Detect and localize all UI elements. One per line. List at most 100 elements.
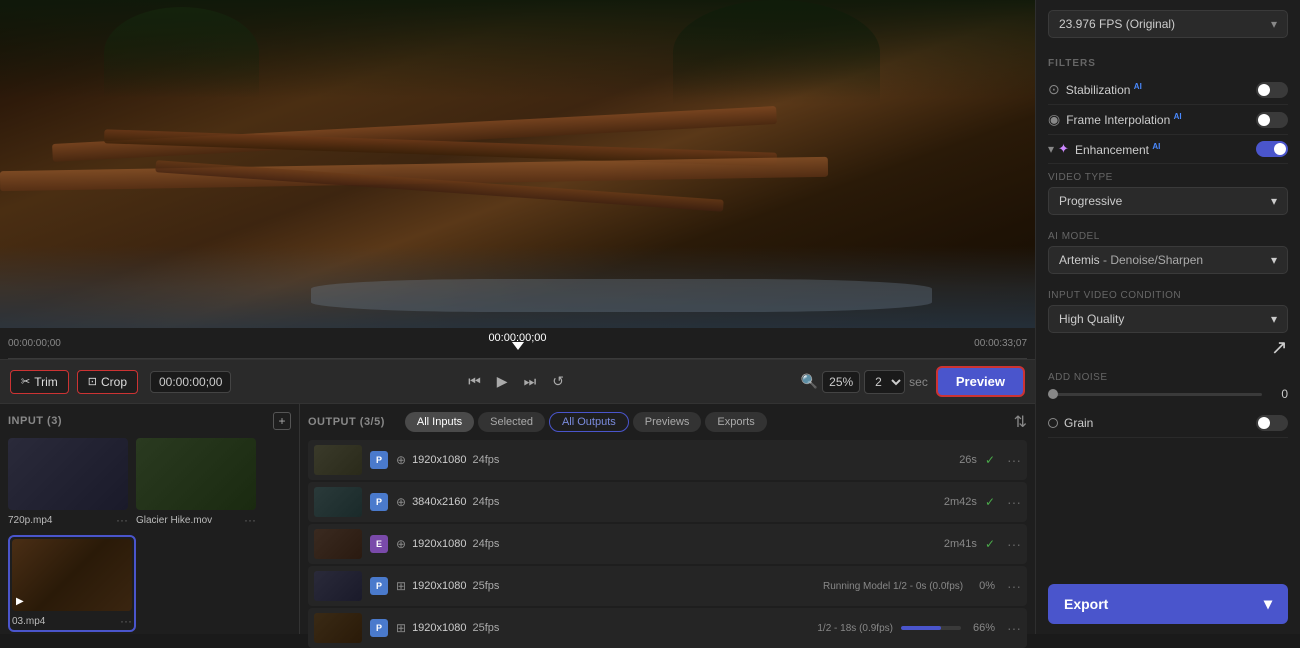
preview-button[interactable]: Preview [936,366,1025,397]
step-back-button[interactable]: ⏮ [464,369,485,394]
spec-icon: ⊕ [396,495,406,509]
check-icon: ✓ [985,453,995,467]
video-preview [0,0,1035,328]
slider-handle[interactable] [1048,389,1058,399]
progress-fill [901,626,941,630]
list-item[interactable]: ▶ 03.mp4 ··· [8,535,136,632]
output-duration: 26s [959,454,977,466]
right-panel: 23.976 FPS (Original) ▾ FILTERS ⊙ Stabil… [1035,0,1300,634]
noise-row: 0 [1048,387,1288,401]
input-panel-title: INPUT (3) [8,415,62,427]
check-icon: ✓ [985,537,995,551]
stabilization-toggle[interactable] [1256,82,1288,98]
output-sort-button[interactable]: ⇅ [1014,412,1027,432]
output-resolution: 1920x1080 [412,580,466,592]
chevron-down-icon: ▾ [1271,253,1277,267]
step-forward-button[interactable]: ⏭ [520,369,541,394]
enhancement-toggle[interactable] [1256,141,1288,157]
chevron-icon[interactable]: ▾ [1048,142,1054,156]
play-button[interactable]: ▶ [493,369,512,394]
check-icon: ✓ [985,495,995,509]
input-panel: INPUT (3) + 720p.mp4 ··· [0,404,300,634]
video-type-value: Progressive [1059,194,1122,208]
trim-label: Trim [34,375,58,389]
timeline-ruler: 00:00:00;00 00:00:00;00 00:00:33;07 [0,328,1035,360]
output-fps: 24fps [473,454,500,466]
file-name: Glacier Hike.mov [136,515,212,526]
chevron-down-icon: ▾ [1271,312,1277,326]
output-spec: ⊕ 1920x1080 24fps [396,453,951,467]
list-item[interactable]: Glacier Hike.mov ··· [136,438,256,527]
trim-button[interactable]: ✂ Trim [10,370,69,394]
progress-bar [901,626,961,630]
cursor-icon: ↖ [1271,335,1288,360]
file-menu-button[interactable]: ··· [244,513,256,527]
multiplier-select[interactable]: 2 4 8 [864,370,905,394]
sparkle-icon: ✦ [1058,141,1069,157]
crop-label: Crop [101,375,127,389]
input-condition-value: High Quality [1059,312,1124,326]
table-row[interactable]: P ⊞ 1920x1080 25fps 1/2 - 18s (0.9fps) 6… [308,608,1027,648]
tab-all-outputs[interactable]: All Outputs [549,412,629,432]
noise-slider[interactable] [1048,393,1262,396]
zoom-icon: 🔍 [801,373,818,390]
output-resolution: 1920x1080 [412,622,466,634]
output-badge-p: P [370,451,388,469]
add-input-button[interactable]: + [273,412,291,430]
input-condition-label: INPUT VIDEO CONDITION [1048,290,1288,301]
output-list: P ⊕ 1920x1080 24fps 26s ✓ ··· P [308,440,1027,648]
enhancement-row: ▾ ✦ Enhancement AI [1048,135,1288,164]
file-grid: 720p.mp4 ··· Glacier Hike.mov ··· [8,438,291,632]
ai-badge: AI [1134,82,1142,91]
export-chevron-icon: ▾ [1264,594,1272,614]
fps-dropdown[interactable]: 23.976 FPS (Original) ▾ [1048,10,1288,38]
more-options-button[interactable]: ··· [1007,494,1021,510]
tab-selected[interactable]: Selected [478,412,545,432]
output-thumbnail [314,487,362,517]
toggle-knob [1274,143,1286,155]
output-thumbnail [314,613,362,643]
file-name: 720p.mp4 [8,515,52,526]
table-row[interactable]: P ⊞ 1920x1080 25fps Running Model 1/2 - … [308,566,1027,606]
crop-button[interactable]: ⊡ Crop [77,370,138,394]
file-menu-button[interactable]: ··· [120,614,132,628]
output-spec: ⊞ 1920x1080 25fps [396,621,809,635]
ai-model-label: AI MODEL [1048,231,1288,242]
ai-model-value: Artemis - Denoise/Sharpen [1059,253,1203,267]
zoom-area: 🔍 25% 2 4 8 sec [801,370,928,394]
output-resolution: 3840x2160 [412,496,466,508]
output-fps: 24fps [473,496,500,508]
chevron-down-icon: ▾ [1271,194,1277,208]
add-noise-label: ADD NOISE [1048,372,1288,383]
more-options-button[interactable]: ··· [1007,452,1021,468]
grain-label: Grain [1064,416,1256,430]
frame-interpolation-label: Frame Interpolation AI [1066,112,1256,127]
table-row[interactable]: P ⊕ 1920x1080 24fps 26s ✓ ··· [308,440,1027,480]
output-spec: ⊞ 1920x1080 25fps [396,579,815,593]
file-menu-button[interactable]: ··· [116,513,128,527]
video-type-dropdown[interactable]: Progressive ▾ [1048,187,1288,215]
grain-toggle[interactable] [1256,415,1288,431]
spec-icon: ⊞ [396,621,406,635]
output-fps: 25fps [473,622,500,634]
tab-previews[interactable]: Previews [633,412,702,432]
output-thumbnail [314,529,362,559]
file-name: 03.mp4 [12,616,45,627]
export-button[interactable]: Export ▾ [1048,584,1288,624]
input-condition-dropdown[interactable]: High Quality ▾ [1048,305,1288,333]
export-btn-row: Export ▾ [1048,576,1288,624]
fps-value: 23.976 FPS (Original) [1059,17,1175,31]
table-row[interactable]: E ⊕ 1920x1080 24fps 2m41s ✓ ··· [308,524,1027,564]
more-options-button[interactable]: ··· [1007,578,1021,594]
tab-exports[interactable]: Exports [705,412,766,432]
play-icon: ▶ [16,596,24,607]
list-item[interactable]: 720p.mp4 ··· [8,438,128,527]
more-options-button[interactable]: ··· [1007,536,1021,552]
ai-model-dropdown[interactable]: Artemis - Denoise/Sharpen ▾ [1048,246,1288,274]
frame-interpolation-toggle[interactable] [1256,112,1288,128]
output-panel-title: OUTPUT (3/5) [308,416,385,428]
tab-all-inputs[interactable]: All Inputs [405,412,474,432]
output-badge-p: P [370,619,388,637]
loop-button[interactable]: ↺ [548,369,568,394]
table-row[interactable]: P ⊕ 3840x2160 24fps 2m42s ✓ ··· [308,482,1027,522]
